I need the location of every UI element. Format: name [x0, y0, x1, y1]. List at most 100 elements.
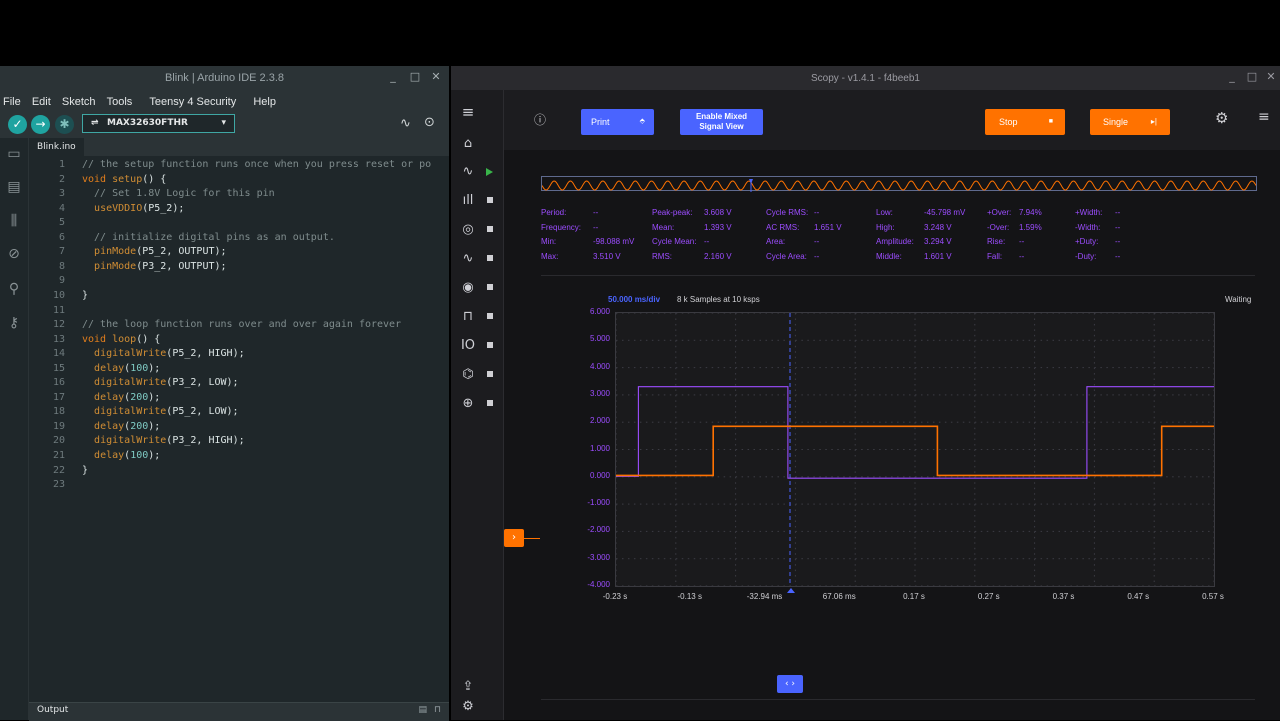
grid-dot	[1022, 503, 1025, 505]
grid-dot	[1118, 558, 1120, 560]
library-manager-icon[interactable]: ⫼	[6, 213, 22, 229]
verify-button[interactable]: ✓	[8, 115, 27, 134]
enable-mixed-signal-view-button[interactable]: Enable Mixed Signal View	[680, 109, 763, 135]
voltmeter-icon[interactable]: ◉	[459, 279, 477, 297]
grid-dot	[1190, 449, 1192, 450]
run-indicator-icon[interactable]	[486, 168, 493, 176]
grid-dot	[1178, 503, 1180, 505]
grid-dot	[974, 345, 976, 348]
grid-dot	[741, 367, 744, 369]
grid-dot	[825, 421, 827, 423]
grid-dot	[651, 558, 654, 560]
signal-overview-strip[interactable]	[541, 176, 1257, 192]
minimize-icon[interactable]: _	[386, 70, 400, 84]
logic-analyzer-icon[interactable]: ⊕	[459, 395, 477, 413]
measurement-value: --	[704, 237, 710, 246]
grid-dot	[669, 394, 672, 396]
maximize-icon[interactable]: □	[1245, 70, 1259, 84]
grid-dot	[1213, 438, 1215, 441]
output-tab[interactable]: Output	[37, 705, 68, 715]
close-icon[interactable]: ✕	[1264, 70, 1278, 84]
grid-dot	[789, 367, 791, 369]
settings-gear-icon[interactable]: ⚙	[1215, 109, 1228, 127]
grid-dot	[729, 476, 732, 478]
oscilloscope-plot[interactable]	[615, 312, 1216, 588]
grid-dot	[795, 394, 797, 396]
maximize-icon[interactable]: □	[408, 70, 422, 84]
grid-dot	[1160, 503, 1162, 505]
clear-output-icon[interactable]: ▤	[418, 705, 427, 715]
grid-dot	[687, 394, 690, 396]
serial-monitor-icon[interactable]: ⊙	[424, 115, 435, 130]
search-icon[interactable]: ⚲	[6, 281, 22, 297]
grid-dot	[1112, 476, 1114, 478]
grid-dot	[1034, 520, 1036, 522]
grid-dot	[794, 460, 796, 462]
grid-dot	[914, 460, 916, 462]
sketchbook-folder-icon[interactable]: ▭	[6, 146, 22, 162]
grid-dot	[980, 558, 983, 560]
grid-dot	[1142, 585, 1144, 587]
grid-dot	[1213, 536, 1215, 539]
digital-io-icon[interactable]: IO	[459, 337, 477, 355]
grid-dot	[794, 580, 796, 583]
grid-dot	[615, 383, 617, 386]
grid-dot	[843, 585, 845, 587]
grid-dot	[950, 530, 953, 532]
grid-dot	[1034, 411, 1036, 413]
grid-dot	[854, 416, 856, 419]
grid-dot	[794, 509, 796, 512]
grid-dot	[1202, 449, 1204, 450]
serial-plotter-icon[interactable]: ∿	[400, 116, 411, 131]
menu-icon[interactable]: ≡	[459, 103, 477, 121]
single-button[interactable]: Single ▸|	[1090, 109, 1170, 135]
info-icon[interactable]: ⓘ	[534, 111, 546, 128]
grid-dot	[974, 449, 977, 450]
spectrum-analyzer-icon[interactable]: ıll	[459, 192, 477, 210]
grid-dot	[615, 438, 617, 441]
minimize-icon[interactable]: _	[1225, 70, 1239, 84]
settings-key-icon[interactable]: ⚷	[6, 315, 22, 331]
grid-dot	[897, 530, 899, 532]
grid-dot	[854, 329, 856, 331]
pattern-generator-icon[interactable]: ⊓	[459, 308, 477, 326]
measurement-value: 3.608 V	[704, 208, 732, 217]
home-icon[interactable]: ⌂	[459, 135, 477, 153]
grid-dot	[915, 312, 917, 314]
board-selector[interactable]: ⇌ MAX32630FTHR ▾	[82, 114, 235, 133]
boards-manager-icon[interactable]: ▤	[6, 179, 22, 195]
code-editor[interactable]: // the setup function runs once when you…	[82, 156, 449, 702]
power-supply-icon[interactable]: ⌬	[459, 366, 477, 384]
close-icon[interactable]: ✕	[429, 70, 443, 84]
channel-menu-icon[interactable]: ≡	[1258, 109, 1270, 125]
save-load-icon[interactable]: ⇪	[459, 678, 477, 696]
code-line: delay(100);	[94, 362, 161, 374]
lock-icon[interactable]: ⊓	[434, 705, 441, 715]
oscilloscope-icon[interactable]: ∿	[459, 163, 477, 181]
print-button[interactable]: Print ⬘	[581, 109, 654, 135]
network-analyzer-icon[interactable]: ◎	[459, 221, 477, 239]
grid-dot	[1022, 558, 1025, 560]
grid-dot	[777, 394, 779, 396]
grid-dot	[759, 421, 762, 423]
grid-dot	[1088, 503, 1090, 505]
grid-dot	[615, 411, 617, 413]
stop-button[interactable]: Stop ■	[985, 109, 1065, 135]
grid-dot	[1153, 498, 1155, 501]
grid-dot	[1016, 503, 1019, 505]
trigger-level-handle[interactable]: ›	[504, 529, 524, 547]
grid-dot	[681, 530, 684, 532]
preferences-gear-icon[interactable]: ⚙	[459, 698, 477, 716]
grid-dot	[771, 394, 773, 396]
grid-dot	[747, 394, 750, 396]
signal-generator-icon[interactable]: ∿	[459, 250, 477, 268]
debug-icon[interactable]: ⊘	[6, 246, 22, 262]
grid-dot	[1153, 345, 1155, 348]
tab-blink-ino[interactable]: Blink.ino	[29, 138, 84, 156]
horizontal-position-handle[interactable]: ‹ ›	[777, 675, 803, 693]
grid-dot	[1094, 530, 1096, 532]
debug-button[interactable]: ✱	[55, 115, 74, 134]
grid-dot	[1034, 503, 1037, 505]
trigger-position-marker[interactable]	[787, 588, 795, 593]
upload-button[interactable]: →	[31, 115, 50, 134]
